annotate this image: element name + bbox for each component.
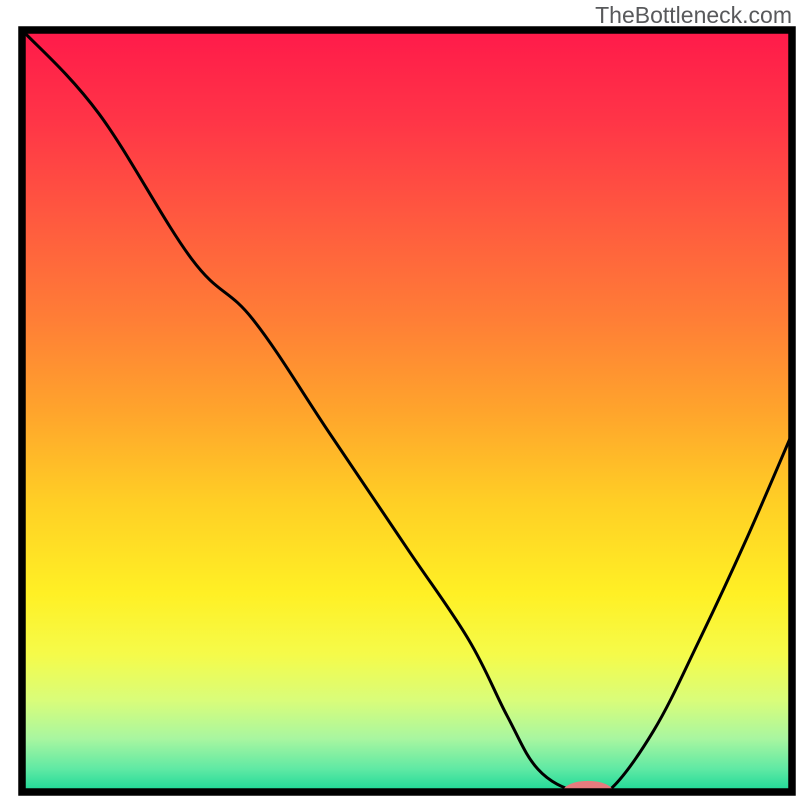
gradient-background bbox=[22, 30, 792, 792]
watermark-label: TheBottleneck.com bbox=[595, 2, 792, 29]
chart-frame: TheBottleneck.com bbox=[0, 0, 800, 800]
bottleneck-chart bbox=[0, 0, 800, 800]
